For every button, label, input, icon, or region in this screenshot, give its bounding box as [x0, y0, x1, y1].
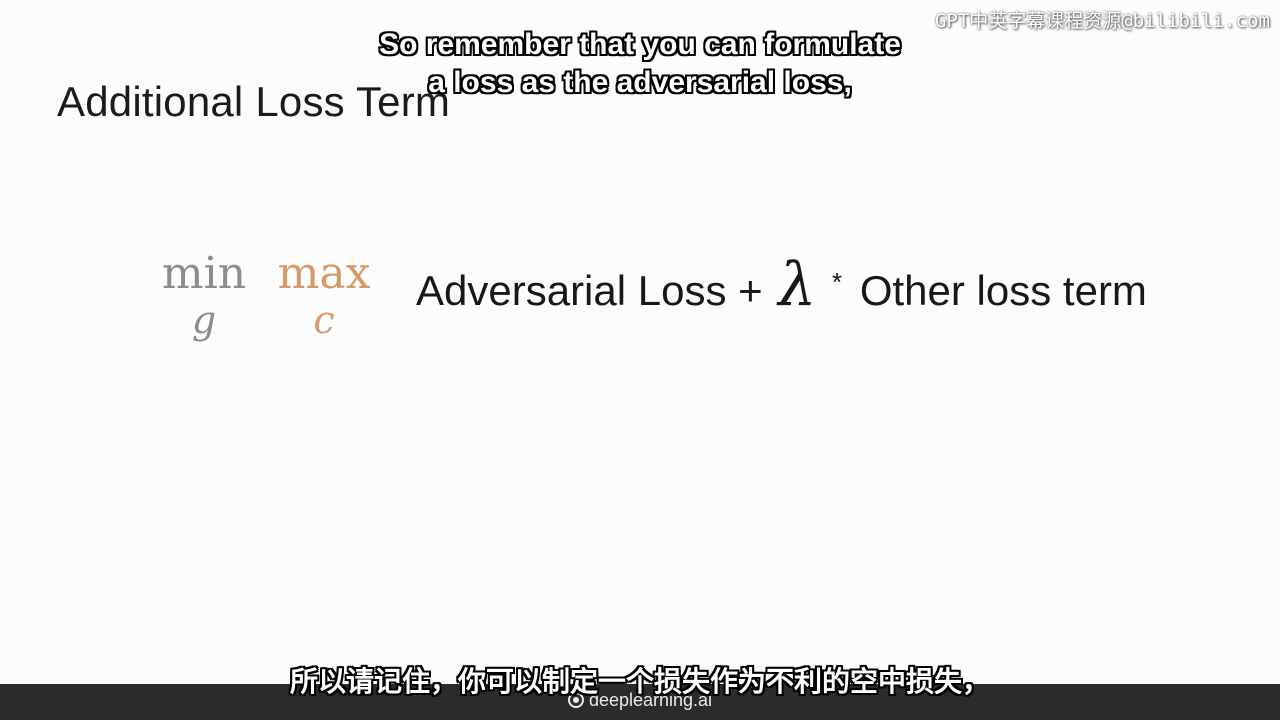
max-word: max: [277, 248, 371, 299]
english-subtitle-line-2: a loss as the adversarial loss,: [428, 66, 852, 99]
min-operator: min g: [154, 248, 254, 340]
max-subscript: c: [313, 298, 335, 342]
min-word: min: [161, 248, 247, 299]
multiply-star: *: [832, 267, 843, 297]
chinese-subtitle: 所以请记住，你可以制定一个损失作为不利的空中损失，: [289, 665, 990, 698]
lambda-symbol: λ: [778, 250, 817, 320]
other-loss-term: Other loss term: [859, 267, 1147, 314]
slide: Additional Loss Term min g max c Adversa…: [0, 0, 1280, 720]
english-subtitle-line-1: So remember that you can formulate: [379, 28, 901, 61]
english-subtitle: So remember that you can formulate a los…: [0, 26, 1280, 102]
max-operator: max c: [266, 248, 382, 340]
loss-formula: min g max c Adversarial Loss + λ * Other…: [150, 248, 1230, 358]
min-subscript: g: [191, 298, 217, 342]
adversarial-loss-term: Adversarial Loss +: [416, 267, 763, 314]
loss-expression: Adversarial Loss + λ * Other loss term: [416, 250, 1147, 320]
